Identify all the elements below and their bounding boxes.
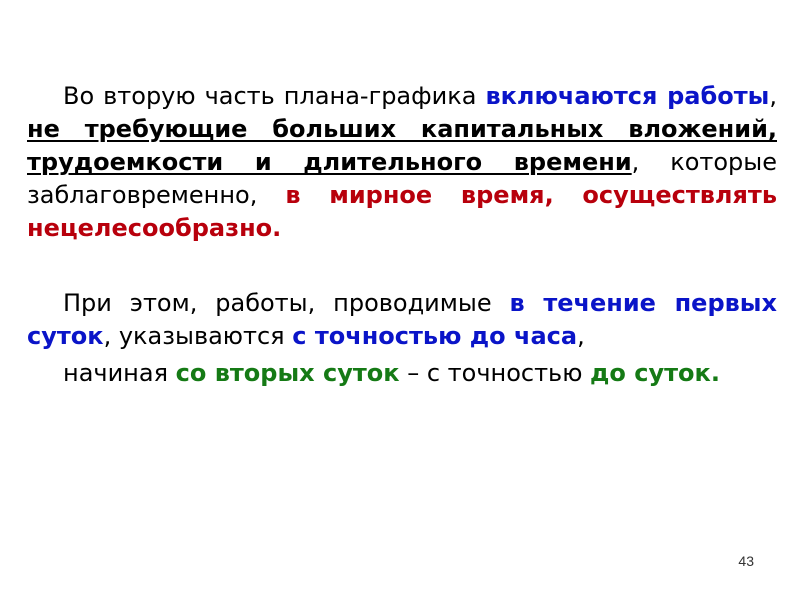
slide-page-number: 43	[738, 553, 754, 569]
text-run: При этом, работы, проводимые	[63, 289, 510, 317]
text-run: начиная	[63, 359, 176, 387]
text-run: , указываются	[103, 322, 293, 350]
paragraph-second-day: начиная со вторых суток – с точностью до…	[27, 357, 777, 390]
emphasis-second-day: со вторых суток	[175, 359, 400, 387]
paragraph-work-plan: Во вторую часть плана-графика включаются…	[27, 80, 777, 245]
emphasis-day-accuracy: до суток.	[590, 359, 720, 387]
text-run: ,	[577, 322, 585, 350]
emphasis-included-works: включаются работы	[485, 82, 770, 110]
text-run: – с точностью	[399, 359, 591, 387]
slide-body: Во вторую часть плана-графика включаются…	[27, 80, 777, 390]
emphasis-hour-accuracy: с точностью до часа	[292, 322, 578, 350]
text-run: ,	[769, 82, 777, 110]
text-run: Во вторую часть плана-графика	[63, 82, 486, 110]
paragraph-first-day: При этом, работы, проводимые в течение п…	[27, 287, 777, 353]
